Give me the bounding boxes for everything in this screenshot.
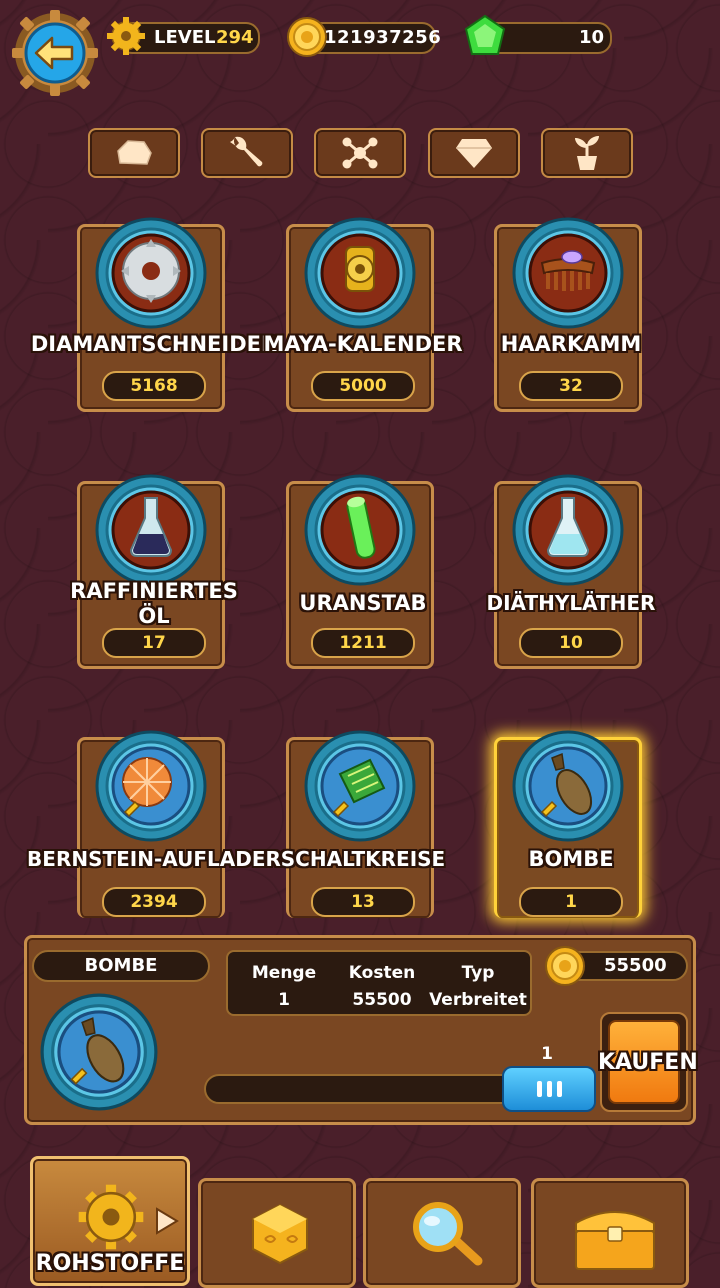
- coin-amount: 121937256: [324, 27, 442, 48]
- item-card-haarkamm[interactable]: HAARKAMM 32: [494, 217, 642, 412]
- category-gems-tab[interactable]: [428, 128, 520, 178]
- oil-flask-icon: [95, 474, 207, 586]
- quantity-slider-handle[interactable]: [502, 1066, 596, 1112]
- item-card-diamantschneider[interactable]: DIAMANTSCHNEIDER 5168: [31, 217, 277, 412]
- back-button[interactable]: [12, 10, 98, 96]
- gear-icon: [78, 1184, 144, 1250]
- tab-rohstoffe[interactable]: ROHSTOFFE: [30, 1156, 190, 1286]
- item-count: 32: [519, 371, 623, 401]
- gem-balance: 10: [464, 14, 612, 55]
- total-price-value: 55500: [604, 955, 667, 976]
- bomb-icon: [512, 730, 624, 842]
- quantity-value: 1: [541, 1044, 553, 1064]
- item-count: 17: [102, 628, 206, 658]
- treasure-chest-icon: [575, 1211, 655, 1270]
- item-card-bernstein-auflader[interactable]: BERNSTEIN-AUFLADER 2394: [27, 730, 281, 918]
- category-ore-tab[interactable]: [88, 128, 180, 178]
- amber-charger-icon: [95, 730, 207, 842]
- level-display: LEVEL 294: [107, 17, 260, 55]
- item-count: 5168: [102, 371, 206, 401]
- diamond-icon: [456, 139, 492, 168]
- magnifying-glass-icon: [413, 1202, 483, 1266]
- quantity-slider[interactable]: [204, 1074, 524, 1104]
- item-card-bombe[interactable]: BOMBE 1: [494, 730, 642, 918]
- back-arrow-icon: [12, 10, 98, 96]
- level-value: 294: [216, 27, 254, 48]
- item-card-raffiniertes-oel[interactable]: RAFFINIERTES ÖL 17: [70, 474, 238, 669]
- typ-label: Typ: [461, 963, 495, 983]
- menge-value: 1: [278, 990, 290, 1010]
- green-gem-icon: [464, 14, 506, 55]
- item-count: 2394: [102, 887, 206, 917]
- item-card-uranstab[interactable]: URANSTAB 1211: [286, 474, 434, 669]
- tab-crafting[interactable]: [198, 1178, 356, 1288]
- item-card-schaltkreise[interactable]: SCHALTKREISE 13: [281, 730, 445, 918]
- category-plants-tab[interactable]: [541, 128, 633, 178]
- item-name: HAARKAMM: [500, 332, 642, 356]
- item-name: DIÄTHYLÄTHER: [486, 591, 656, 615]
- buy-button-label[interactable]: KAUFEN: [598, 1050, 698, 1075]
- grip-line: [536, 1081, 542, 1097]
- tab-rohstoffe-label: ROHSTOFFE: [35, 1251, 185, 1276]
- item-card-diaethylaether[interactable]: DIÄTHYLÄTHER 10: [487, 474, 655, 669]
- coin-icon: [287, 17, 327, 57]
- selected-bomb-icon: [40, 993, 158, 1111]
- tab-chest[interactable]: [531, 1178, 689, 1288]
- typ-value: Verbreitet: [429, 990, 527, 1010]
- kosten-label: Kosten: [348, 963, 416, 983]
- level-label: LEVEL: [154, 27, 216, 48]
- category-chemistry-tab[interactable]: [314, 128, 406, 178]
- selected-item-name: BOMBE: [32, 950, 210, 982]
- item-count: 1211: [311, 628, 415, 658]
- coin-icon: [545, 946, 585, 986]
- coin-balance: 121937256: [287, 17, 441, 57]
- ether-flask-icon: [512, 474, 624, 586]
- grip-line: [546, 1081, 552, 1097]
- gear-icon: [107, 17, 145, 55]
- golden-cube-icon: [252, 1203, 308, 1265]
- gem-amount: 10: [578, 27, 604, 48]
- uranium-rod-icon: [304, 474, 416, 586]
- plant-icon: [575, 136, 599, 170]
- molecule-icon: [342, 137, 378, 169]
- play-arrow-icon: [156, 1207, 179, 1235]
- saw-blade-icon: [95, 217, 207, 329]
- maya-calendar-icon: [304, 217, 416, 329]
- item-card-maya-kalender[interactable]: MAYA-KALENDER 5000: [263, 217, 463, 412]
- circuit-board-icon: [304, 730, 416, 842]
- item-count: 1: [519, 887, 623, 917]
- item-count: 10: [519, 628, 623, 658]
- wrench-icon: [230, 136, 263, 167]
- item-count: 13: [311, 887, 415, 917]
- item-name: BOMBE: [528, 847, 614, 871]
- item-stats-table: Menge 1 Kosten 55500 Typ Verbreitet: [226, 950, 532, 1016]
- grip-line: [556, 1081, 562, 1097]
- ore-icon: [117, 140, 152, 165]
- kosten-value: 55500: [352, 990, 412, 1010]
- tab-search[interactable]: [363, 1178, 521, 1288]
- comb-icon: [512, 217, 624, 329]
- menge-label: Menge: [251, 963, 317, 983]
- total-price: 55500: [545, 946, 688, 986]
- item-count: 5000: [311, 371, 415, 401]
- category-tools-tab[interactable]: [201, 128, 293, 178]
